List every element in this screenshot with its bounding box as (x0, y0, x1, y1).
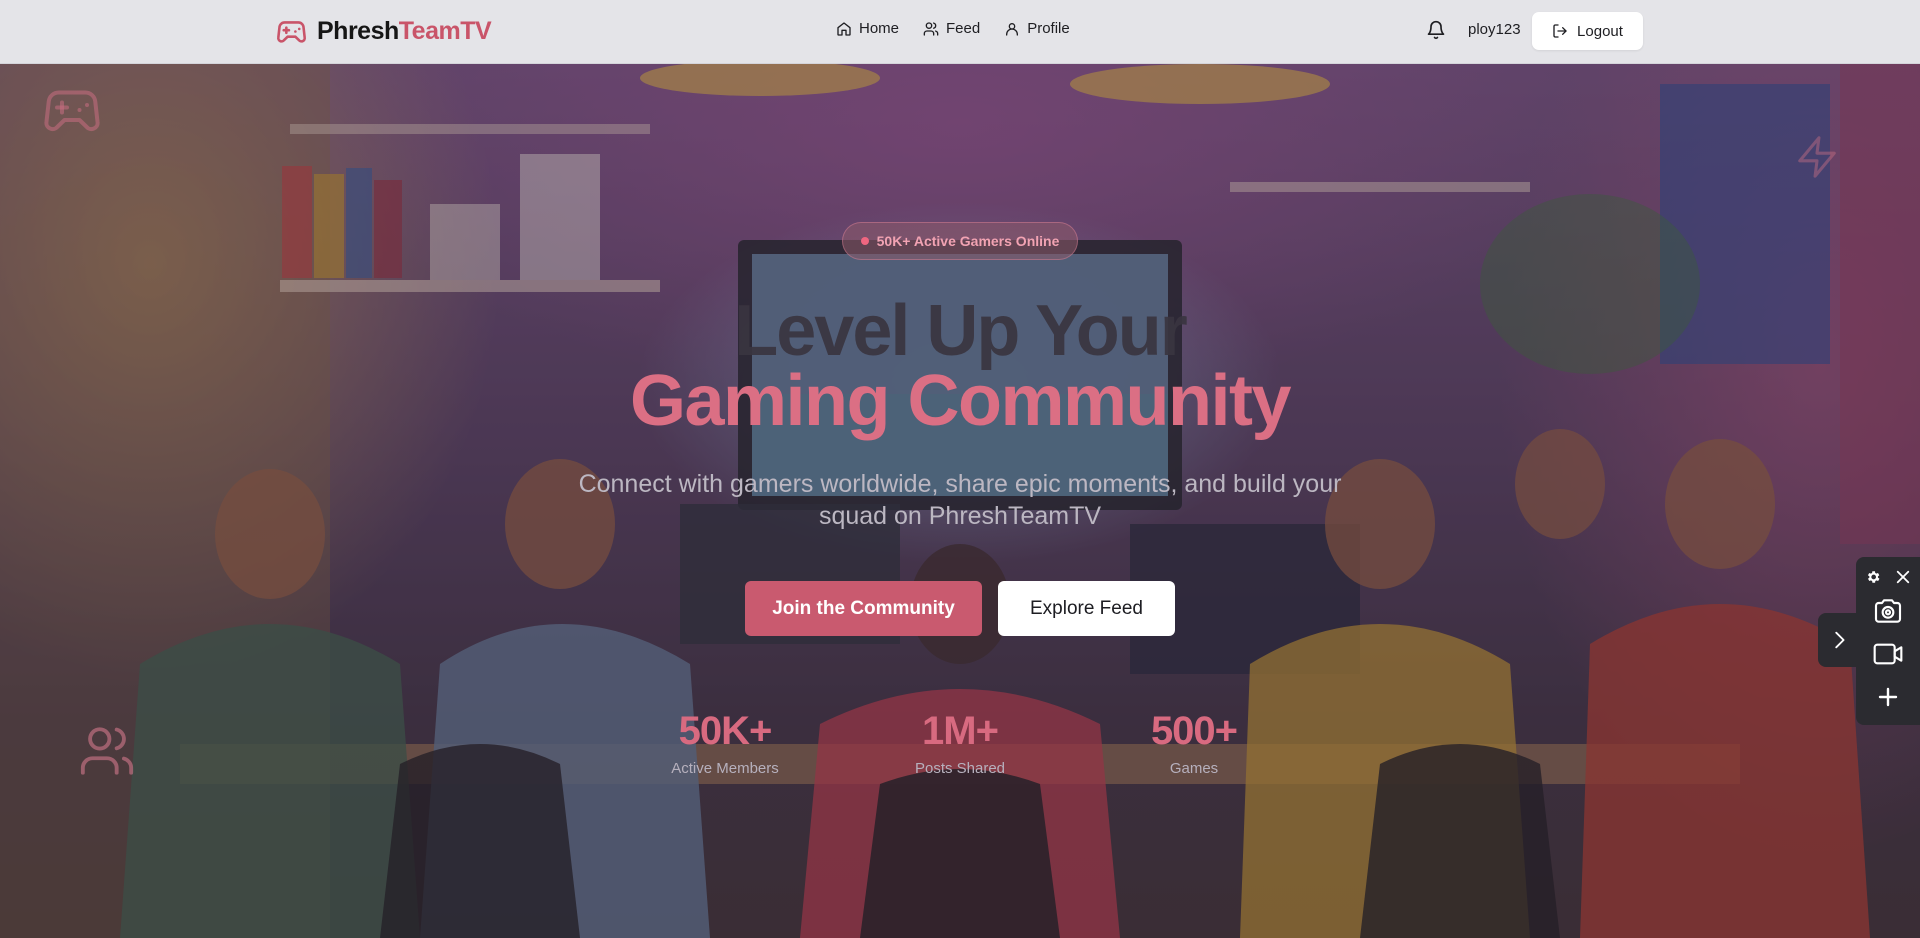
brand-logo[interactable]: PhreshTeamTV (276, 16, 492, 47)
online-status-badge: 50K+ Active Gamers Online (842, 222, 1078, 260)
tool-panel-expand-button[interactable] (1818, 613, 1858, 667)
brand-name-prefix: Phresh (317, 17, 399, 45)
nav-feed[interactable]: Feed (923, 20, 980, 37)
stat-value: 50K+ (678, 709, 773, 753)
stat-games: 500+ Games (1084, 709, 1304, 777)
nav-profile[interactable]: Profile (1004, 20, 1070, 37)
stat-posts-shared: 1M+ Posts Shared (850, 709, 1070, 777)
camera-icon[interactable] (1872, 595, 1904, 627)
join-community-button[interactable]: Join the Community (745, 581, 982, 636)
nav-home-label: Home (859, 20, 900, 37)
logout-button[interactable]: Logout (1532, 12, 1643, 50)
username-label[interactable]: ploy123 (1468, 21, 1521, 38)
close-icon[interactable] (1894, 568, 1912, 586)
stat-label: Active Members (671, 760, 779, 777)
user-icon (1006, 22, 1019, 36)
brand-name: PhreshTeamTV (317, 17, 492, 46)
nav-home[interactable]: Home (836, 20, 899, 37)
badge-text: 50K+ Active Gamers Online (876, 233, 1060, 249)
logout-label: Logout (1577, 22, 1623, 40)
capture-tool-panel (1856, 557, 1920, 725)
users-icon (80, 727, 134, 775)
gear-icon[interactable] (1865, 569, 1881, 585)
brand-name-accent: TeamTV (398, 17, 492, 45)
video-icon[interactable] (1872, 638, 1904, 670)
gamepad-icon (277, 21, 306, 43)
stat-label: Games (1169, 760, 1219, 777)
hero-subtitle: Connect with gamers worldwide, share epi… (578, 470, 1342, 530)
users-icon (923, 21, 939, 36)
stat-label: Posts Shared (914, 760, 1006, 777)
stat-active-members: 50K+ Active Members (615, 709, 835, 777)
hero-section: 50K+ Active Gamers Online Level Up Your … (0, 64, 1920, 938)
nav-feed-label: Feed (946, 20, 981, 37)
explore-feed-button[interactable]: Explore Feed (998, 581, 1175, 636)
top-navbar: PhreshTeamTV Home Feed Profile ploy123 L… (0, 0, 1920, 64)
chevron-right-icon (1835, 631, 1845, 649)
hero-headline-line2: Gaming Community (629, 361, 1292, 441)
home-icon (837, 21, 851, 36)
stat-value: 1M+ (922, 709, 999, 753)
stat-value: 500+ (1150, 709, 1238, 753)
status-dot (860, 237, 869, 245)
bell-icon[interactable] (1426, 20, 1446, 40)
plus-icon[interactable] (1872, 681, 1904, 713)
main-nav: Home Feed Profile (836, 20, 1070, 37)
nav-profile-label: Profile (1027, 20, 1070, 37)
gamepad-icon (44, 90, 100, 132)
logout-icon (1553, 24, 1567, 38)
lightning-icon (1798, 136, 1836, 178)
